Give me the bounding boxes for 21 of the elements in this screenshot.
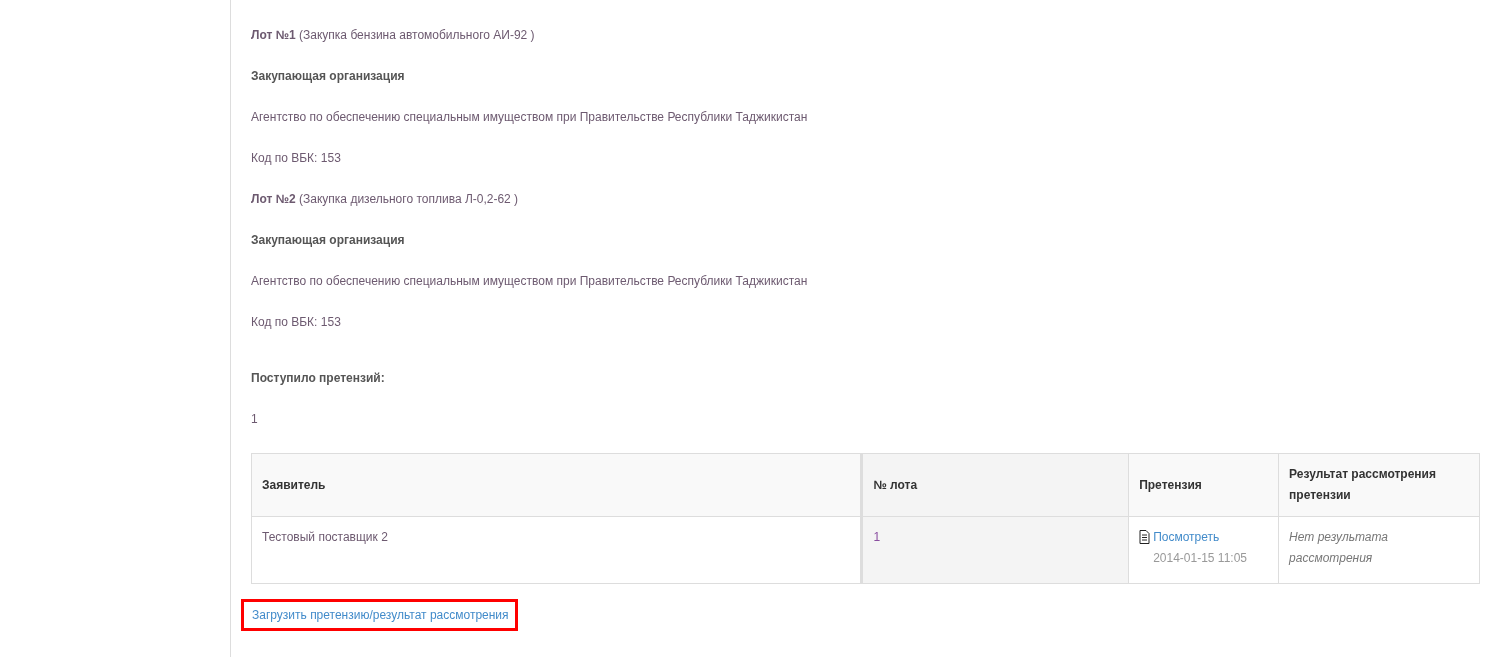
budget-code: Код по ВБК: 153 <box>251 151 342 166</box>
organization-name: Агентство по обеспечению специальным имуществом при Правительстве Республики Таджикистан <box>251 110 809 125</box>
budget-code: Код по ВБК: 153 <box>251 315 342 330</box>
section-heading: Закупающая организация <box>251 69 406 84</box>
document-icon <box>1139 530 1151 544</box>
claims-count: 1 <box>251 412 259 427</box>
column-header: Претензия <box>1128 453 1279 517</box>
lot-title: Лот №1 (Закупка бензина автомобильного АИ-92 ) <box>251 28 536 43</box>
claim-date: 2014-01-15 11:05 <box>1153 550 1247 567</box>
section-heading: Закупающая организация <box>251 233 406 248</box>
upload-link[interactable]: Загрузить претензию/результат рассмотрения <box>241 599 518 631</box>
column-header: № лота <box>861 453 1129 517</box>
view-link[interactable]: Посмотреть <box>1153 527 1247 548</box>
column-header: Результат рассмотрения претензии <box>1278 453 1480 517</box>
organization-name: Агентство по обеспечению специальным имуществом при Правительстве Республики Таджикистан <box>251 274 809 289</box>
table-cell: 1 <box>873 530 881 544</box>
table-cell: Тестовый поставщик 2 <box>262 530 388 544</box>
column-header: Заявитель <box>251 453 862 517</box>
lot-title: Лот №2 (Закупка дизельного топлива Л-0,2-62 ) <box>251 192 520 207</box>
table-cell-text: Нет результата рассмотрения <box>1289 529 1390 567</box>
section-heading: Поступило претензий: <box>251 371 386 386</box>
